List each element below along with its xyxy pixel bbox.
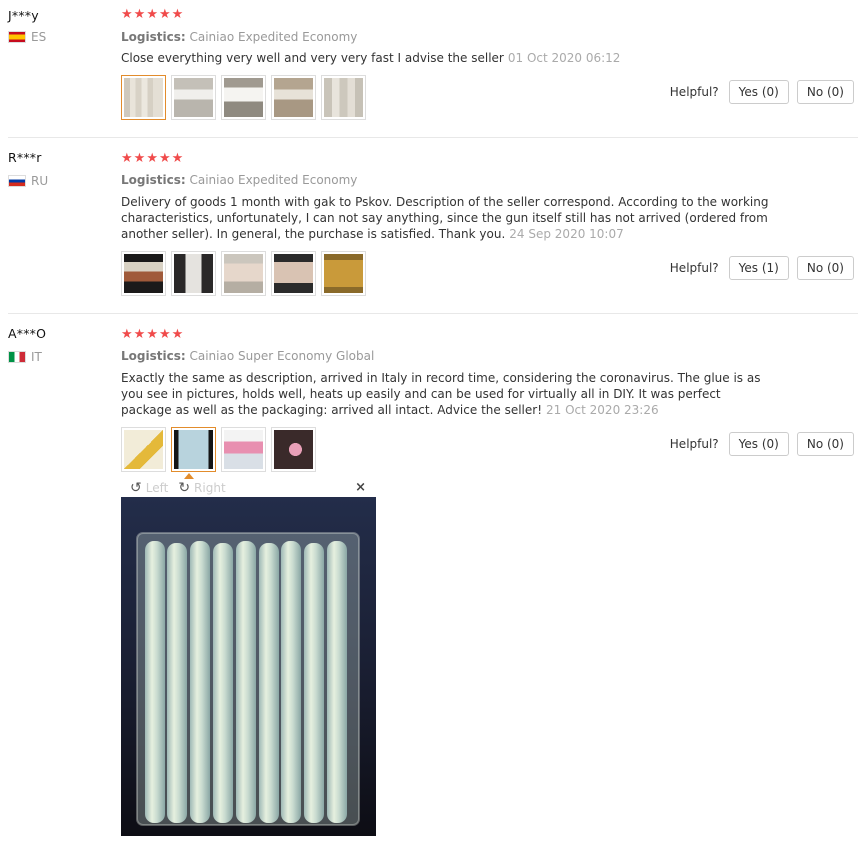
review-item: R***r RU ★ ★ ★ ★ ★ Logistics: Cainiao Expedi…: [0, 138, 866, 313]
star-icon: ★: [121, 7, 133, 22]
star-icon: ★: [146, 7, 158, 22]
helpful-no-button[interactable]: No (0): [796, 80, 854, 104]
photo-thumbnails: [121, 251, 366, 296]
review-text: Delivery of goods 1 month with gak to Ps…: [121, 194, 771, 242]
review-item: J***y ES ★ ★ ★ ★ ★ Logistics: Cainiao Expedi…: [0, 0, 866, 137]
helpful-yes-button[interactable]: Yes (0): [728, 432, 789, 456]
star-icon: ★: [171, 151, 184, 166]
viewer-pointer-arrow: [184, 473, 194, 479]
review-text: Exactly the same as description, arrived…: [121, 370, 771, 418]
review-date: 01 Oct 2020 06:12: [507, 51, 621, 65]
rotate-right-icon: ↻: [178, 480, 191, 496]
helpful-vote: Helpful? Yes (1) No (0): [670, 256, 854, 280]
logistics-info: Logistics: Cainiao Expedited Economy: [121, 30, 357, 44]
reviewer-country: IT: [8, 350, 42, 364]
star-rating: ★ ★ ★ ★ ★: [121, 152, 183, 166]
review-date: 21 Oct 2020 23:26: [546, 403, 659, 417]
logistics-label: Logistics:: [121, 173, 186, 187]
star-icon: ★: [171, 327, 184, 342]
photo-thumbnail[interactable]: [171, 251, 216, 296]
review-body: Delivery of goods 1 month with gak to Ps…: [121, 195, 769, 241]
logistics-info: Logistics: Cainiao Super Economy Global: [121, 349, 374, 363]
helpful-no-button[interactable]: No (0): [796, 432, 854, 456]
rotate-right-label: Right: [194, 481, 226, 495]
flag-ru-icon: [8, 175, 26, 187]
reviewer-country: ES: [8, 30, 46, 44]
logistics-label: Logistics:: [121, 349, 186, 363]
helpful-yes-button[interactable]: Yes (1): [728, 256, 789, 280]
photo-thumbnails: [121, 75, 366, 120]
country-code: RU: [31, 174, 49, 188]
star-icon: ★: [146, 151, 158, 166]
photo-thumbnail[interactable]: [121, 75, 166, 120]
photo-thumbnail[interactable]: [271, 427, 316, 472]
star-icon: ★: [133, 7, 146, 22]
flag-it-icon: [8, 351, 26, 363]
rotate-left-icon: ↺: [130, 480, 142, 496]
country-code: IT: [31, 350, 42, 364]
logistics-value: Cainiao Expedited Economy: [189, 30, 358, 44]
helpful-label: Helpful?: [669, 85, 719, 99]
star-rating: ★ ★ ★ ★ ★: [121, 328, 183, 342]
star-icon: ★: [146, 327, 158, 342]
star-icon: ★: [158, 327, 171, 342]
photo-thumbnail[interactable]: [121, 427, 166, 472]
review-text: Close everything very well and very very…: [121, 50, 771, 66]
star-icon: ★: [121, 327, 133, 342]
helpful-label: Helpful?: [669, 437, 719, 451]
photo-thumbnail[interactable]: [171, 75, 216, 120]
photo-thumbnails: [121, 427, 316, 472]
star-icon: ★: [121, 151, 133, 166]
helpful-yes-button[interactable]: Yes (0): [728, 80, 789, 104]
reviewer-name: J***y: [8, 8, 39, 23]
star-icon: ★: [133, 327, 146, 342]
logistics-info: Logistics: Cainiao Expedited Economy: [121, 173, 357, 187]
photo-thumbnail[interactable]: [321, 251, 366, 296]
review-body: Close everything very well and very very…: [121, 51, 504, 65]
logistics-value: Cainiao Expedited Economy: [189, 173, 358, 187]
reviewer-name: A***O: [8, 326, 47, 341]
rotate-right-button[interactable]: ↻ Right: [178, 480, 225, 496]
flag-es-icon: [8, 31, 26, 43]
review-date: 24 Sep 2020 10:07: [509, 227, 624, 241]
reviewer-country: RU: [8, 174, 48, 188]
photo-thumbnail[interactable]: [171, 427, 216, 472]
helpful-label: Helpful?: [669, 261, 719, 275]
reviewer-name: R***r: [8, 150, 42, 165]
star-rating: ★ ★ ★ ★ ★: [121, 8, 183, 22]
review-item: A***O IT ★ ★ ★ ★ ★ Logistics: Cainiao Super …: [0, 314, 866, 841]
expanded-photo: [121, 497, 376, 836]
logistics-value: Cainiao Super Economy Global: [189, 349, 375, 363]
photo-thumbnail[interactable]: [271, 251, 316, 296]
helpful-vote: Helpful? Yes (0) No (0): [670, 80, 854, 104]
star-icon: ★: [133, 151, 146, 166]
rotate-left-button[interactable]: ↺ Left: [130, 480, 168, 496]
helpful-no-button[interactable]: No (0): [796, 256, 854, 280]
photo-thumbnail[interactable]: [271, 75, 316, 120]
star-icon: ★: [158, 151, 171, 166]
photo-thumbnail[interactable]: [121, 251, 166, 296]
photo-thumbnail[interactable]: [221, 251, 266, 296]
photo-thumbnail[interactable]: [221, 427, 266, 472]
review-body: Exactly the same as description, arrived…: [121, 371, 761, 417]
logistics-label: Logistics:: [121, 30, 186, 44]
photo-thumbnail[interactable]: [321, 75, 366, 120]
photo-viewer-toolbar: ↺ Left ↻ Right ×: [121, 473, 376, 497]
star-icon: ★: [158, 7, 171, 22]
rotate-left-label: Left: [145, 481, 169, 495]
close-icon[interactable]: ×: [355, 480, 366, 495]
glue-sticks-photo: [121, 497, 376, 836]
country-code: ES: [31, 30, 47, 44]
photo-thumbnail[interactable]: [221, 75, 266, 120]
helpful-vote: Helpful? Yes (0) No (0): [670, 432, 854, 456]
star-icon: ★: [171, 7, 184, 22]
